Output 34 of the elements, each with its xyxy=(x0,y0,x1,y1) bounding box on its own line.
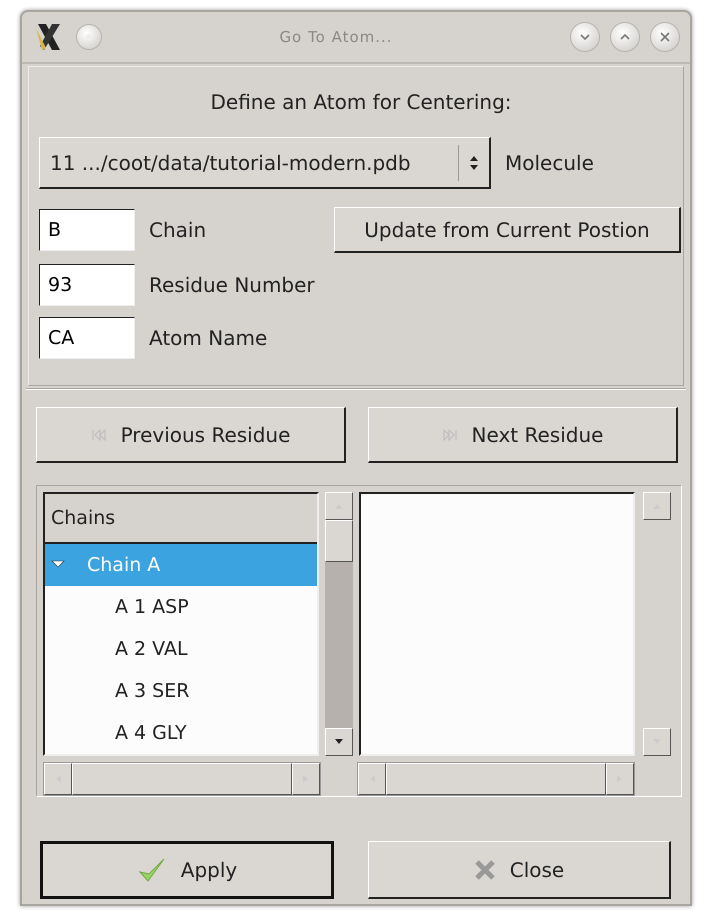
text-field[interactable]: 93 xyxy=(39,264,135,306)
scrollbar-thumb[interactable] xyxy=(325,520,353,562)
update-button[interactable]: Update from Current Postion xyxy=(334,207,681,253)
minimize-button[interactable] xyxy=(570,22,600,52)
tree-row[interactable]: A 1 ASP xyxy=(45,586,317,628)
skip-back-icon xyxy=(90,428,107,442)
arrow-down-icon xyxy=(334,738,344,746)
column-header[interactable]: Chains xyxy=(45,494,317,544)
maximize-button[interactable] xyxy=(610,22,640,52)
close-icon xyxy=(658,30,672,44)
field-label: Residue Number xyxy=(149,272,315,299)
spinner-arrows-icon xyxy=(469,154,479,172)
window-title: Go To Atom... xyxy=(278,26,394,48)
horizontal-scrollbar[interactable] xyxy=(43,762,321,796)
dialog-button[interactable]: Close xyxy=(368,841,671,899)
molecule-dropdown[interactable]: 11 .../coot/data/tutorial-modern.pdb xyxy=(39,137,491,189)
close-button[interactable] xyxy=(650,22,680,52)
skip-forward-icon xyxy=(442,428,458,442)
vertical-scrollbar[interactable] xyxy=(325,492,353,756)
molecule-label: Molecule xyxy=(505,150,594,177)
dialog-button[interactable]: Apply xyxy=(40,841,334,899)
text-field[interactable]: B xyxy=(39,209,135,251)
field-label: Chain xyxy=(149,217,206,244)
close-icon xyxy=(474,858,496,880)
tree-row[interactable]: A 2 VAL xyxy=(45,628,317,670)
nav-button[interactable]: Next Residue xyxy=(368,407,678,463)
text-field[interactable]: CA xyxy=(39,317,135,359)
tree-row[interactable]: A 4 GLY xyxy=(45,712,317,754)
tree-row[interactable]: A 3 SER xyxy=(45,670,317,712)
dialog-heading: Define an Atom for Centering: xyxy=(210,89,512,116)
horizontal-scrollbar[interactable] xyxy=(357,762,635,796)
field-label: Atom Name xyxy=(149,325,268,352)
checkmark-icon xyxy=(136,856,167,884)
nav-button[interactable]: Previous Residue xyxy=(36,407,346,463)
